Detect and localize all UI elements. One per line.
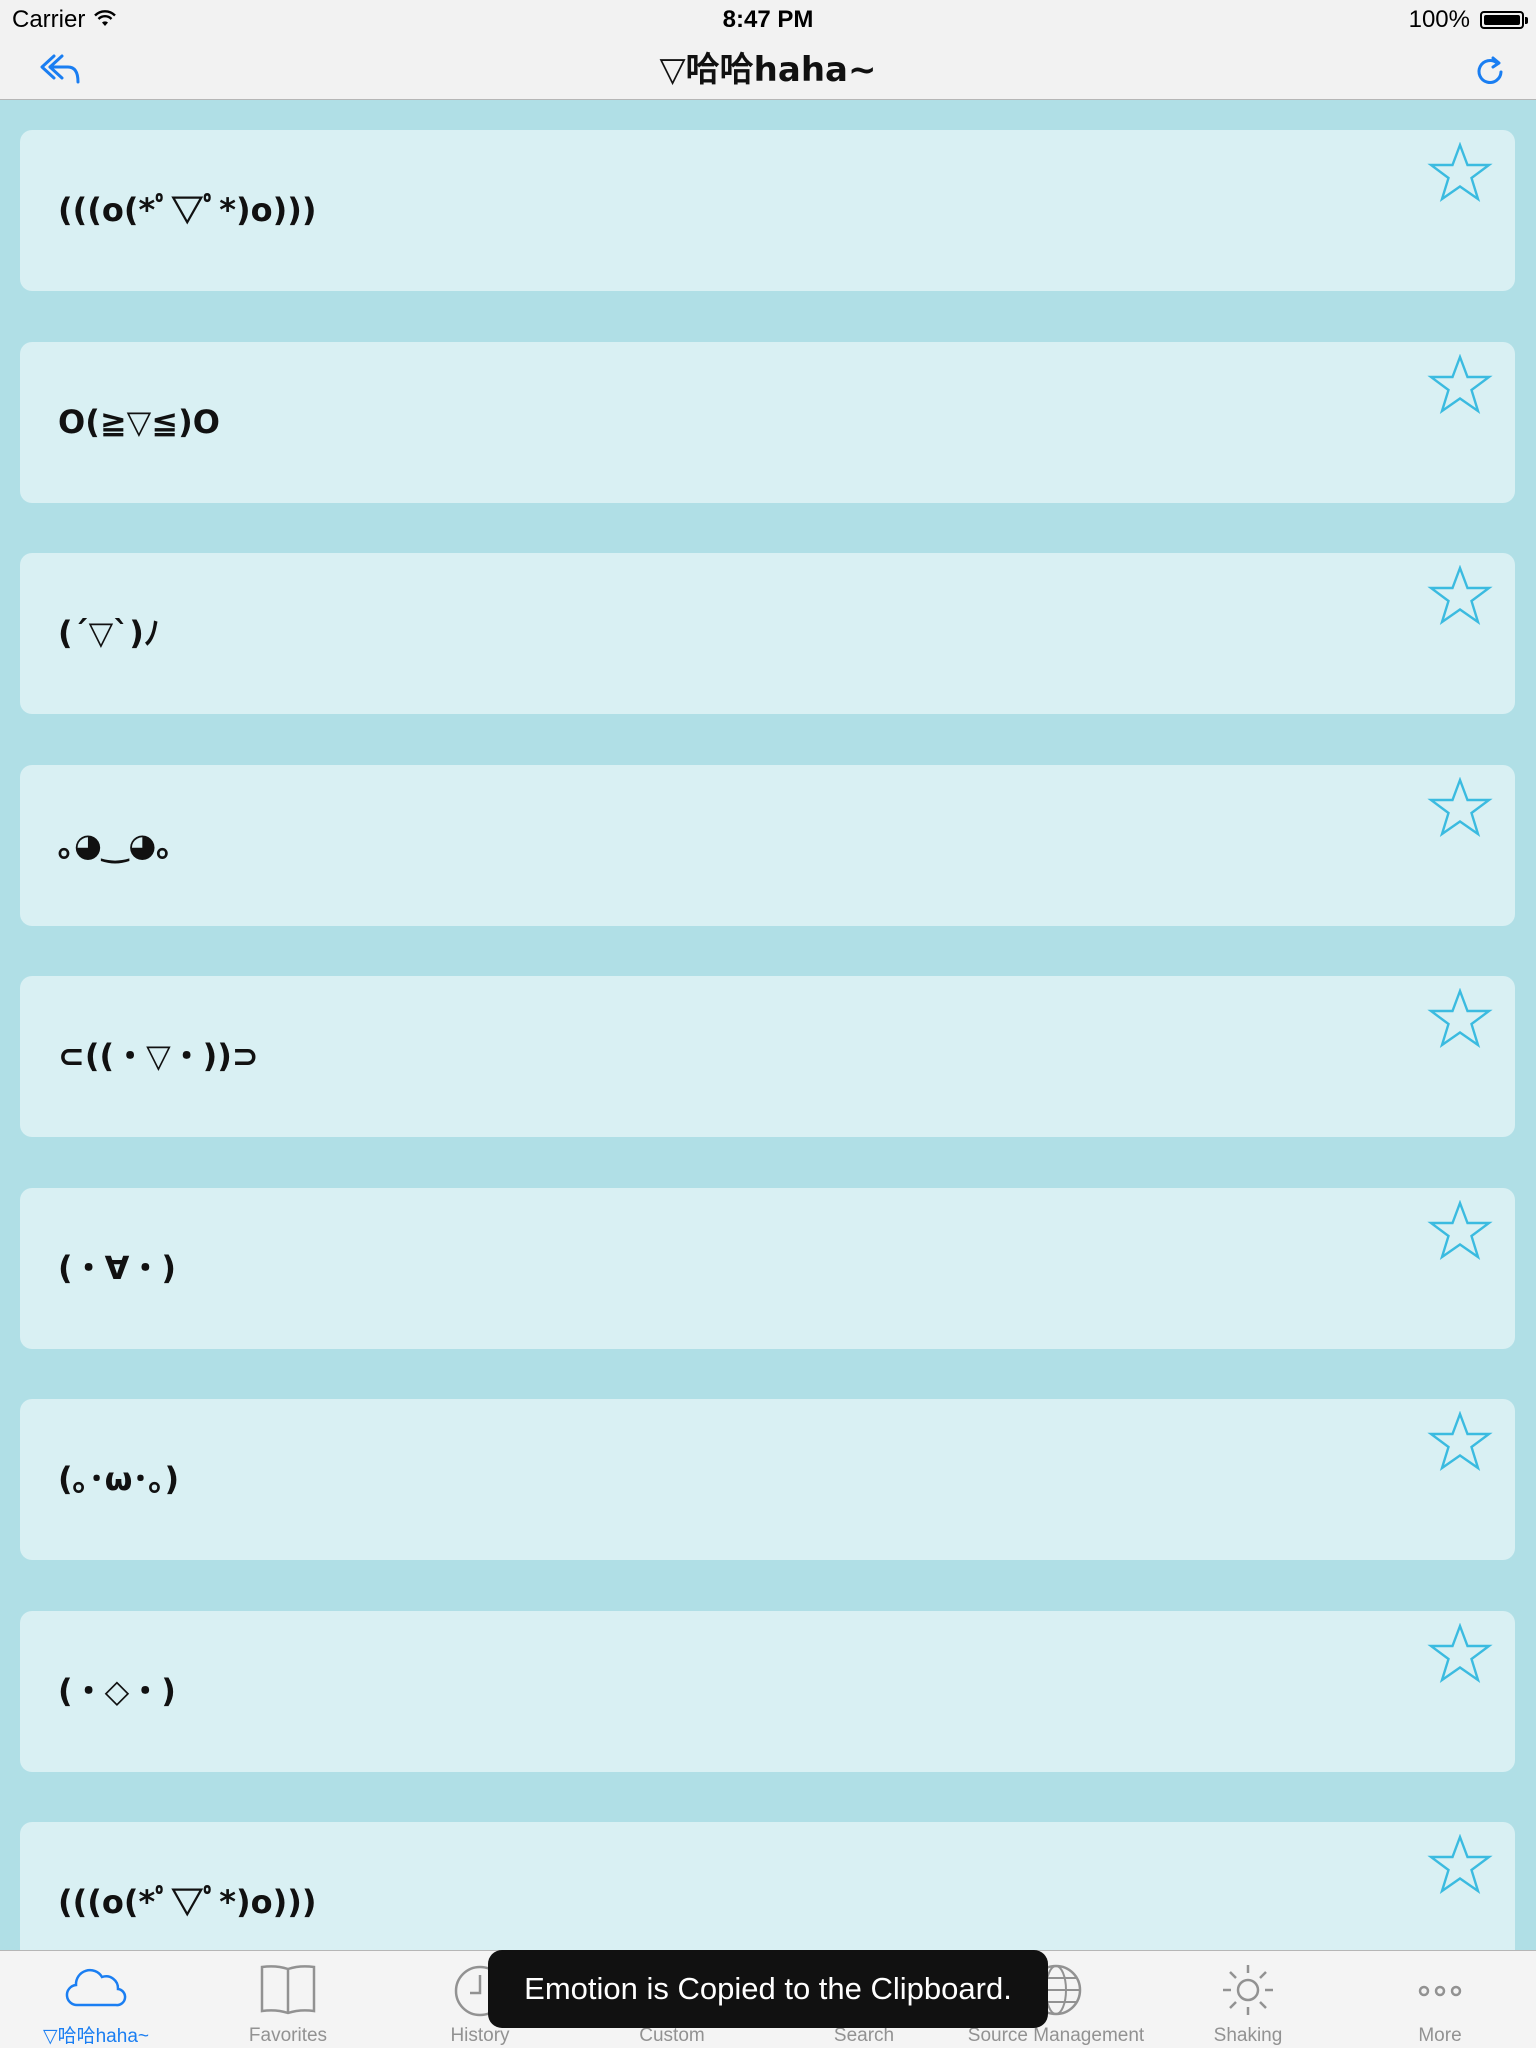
emoticon-card[interactable]: ｡◕‿◕｡ bbox=[20, 764, 1515, 926]
status-time: 8:47 PM bbox=[722, 6, 814, 33]
emoticon-card[interactable]: O(≧▽≦)O bbox=[20, 341, 1515, 503]
tab-label: More bbox=[1418, 2025, 1462, 2046]
tab-label: Search bbox=[833, 2025, 895, 2046]
favorite-star-icon[interactable] bbox=[1427, 1622, 1493, 1685]
clipboard-toast: Emotion is Copied to the Clipboard. bbox=[488, 1950, 1048, 2028]
tab-book[interactable]: Favorites bbox=[192, 1951, 384, 2048]
emoticon-text: (｡･ω･｡) bbox=[58, 1460, 180, 1498]
emoticon-card[interactable]: (´▽`)ﾉ bbox=[20, 553, 1515, 714]
status-bar: Carrier 8:47 PM 100% bbox=[0, 0, 1536, 40]
tab-cloud[interactable]: ▽哈哈haha~ bbox=[0, 1951, 192, 2048]
favorite-star-icon[interactable] bbox=[1427, 1833, 1493, 1896]
emoticon-list[interactable]: (((o(*ﾟ▽ﾟ*)o))) O(≧▽≦)O (´▽`)ﾉ ｡◕‿◕｡ ⊂((・▽・)… bbox=[0, 100, 1536, 1950]
emoticon-text: (((o(*ﾟ▽ﾟ*)o))) bbox=[58, 191, 317, 229]
status-right: 100% bbox=[1408, 6, 1528, 34]
sun-icon bbox=[1216, 1961, 1280, 2019]
favorite-star-icon[interactable] bbox=[1427, 776, 1493, 839]
favorite-star-icon[interactable] bbox=[1427, 564, 1493, 627]
navigation-bar: ▽哈哈haha~ bbox=[0, 40, 1536, 100]
page-title: ▽哈哈haha~ bbox=[659, 50, 877, 90]
tab-label: History bbox=[450, 2025, 510, 2046]
emoticon-text: (´▽`)ﾉ bbox=[58, 614, 160, 652]
more-icon bbox=[1408, 1961, 1472, 2019]
tab-label: Source Management bbox=[967, 2025, 1145, 2046]
tab-more[interactable]: More bbox=[1344, 1951, 1536, 2048]
refresh-icon bbox=[1477, 56, 1503, 84]
tab-label: Custom bbox=[639, 2025, 705, 2046]
favorite-star-icon[interactable] bbox=[1427, 987, 1493, 1050]
emoticon-card[interactable]: (((o(*ﾟ▽ﾟ*)o))) bbox=[20, 130, 1515, 291]
emoticon-text: (・◇・) bbox=[58, 1671, 176, 1710]
favorite-star-icon[interactable] bbox=[1427, 1199, 1493, 1262]
emoticon-card[interactable]: (((o(*ﾟ▽ﾟ*)o))) bbox=[20, 1822, 1515, 1950]
battery-percent: 100% bbox=[1408, 6, 1470, 33]
cloud-icon bbox=[64, 1961, 128, 2015]
emoticon-text: O(≧▽≦)O bbox=[58, 402, 220, 441]
tab-label: ▽哈哈haha~ bbox=[43, 2026, 149, 2047]
battery-icon bbox=[1480, 11, 1528, 29]
emoticon-card[interactable]: (・∀・) bbox=[20, 1187, 1515, 1349]
emoticon-text: (・∀・) bbox=[58, 1248, 177, 1287]
emoticon-text: (((o(*ﾟ▽ﾟ*)o))) bbox=[58, 1883, 317, 1921]
tab-label: Favorites bbox=[248, 2025, 328, 2046]
favorite-star-icon[interactable] bbox=[1427, 141, 1493, 204]
emoticon-card[interactable]: ⊂((・▽・))⊃ bbox=[20, 976, 1515, 1137]
tab-sun[interactable]: Shaking bbox=[1152, 1951, 1344, 2048]
tab-label: Shaking bbox=[1213, 2025, 1283, 2046]
emoticon-text: ｡◕‿◕｡ bbox=[58, 825, 173, 864]
emoticon-text: ⊂((・▽・))⊃ bbox=[58, 1037, 259, 1075]
emoticon-card[interactable]: (・◇・) bbox=[20, 1610, 1515, 1772]
favorite-star-icon[interactable] bbox=[1427, 1410, 1493, 1473]
refresh-button[interactable] bbox=[1466, 48, 1514, 92]
favorite-star-icon[interactable] bbox=[1427, 353, 1493, 416]
book-icon bbox=[256, 1961, 320, 2019]
emoticon-card[interactable]: (｡･ω･｡) bbox=[20, 1399, 1515, 1560]
